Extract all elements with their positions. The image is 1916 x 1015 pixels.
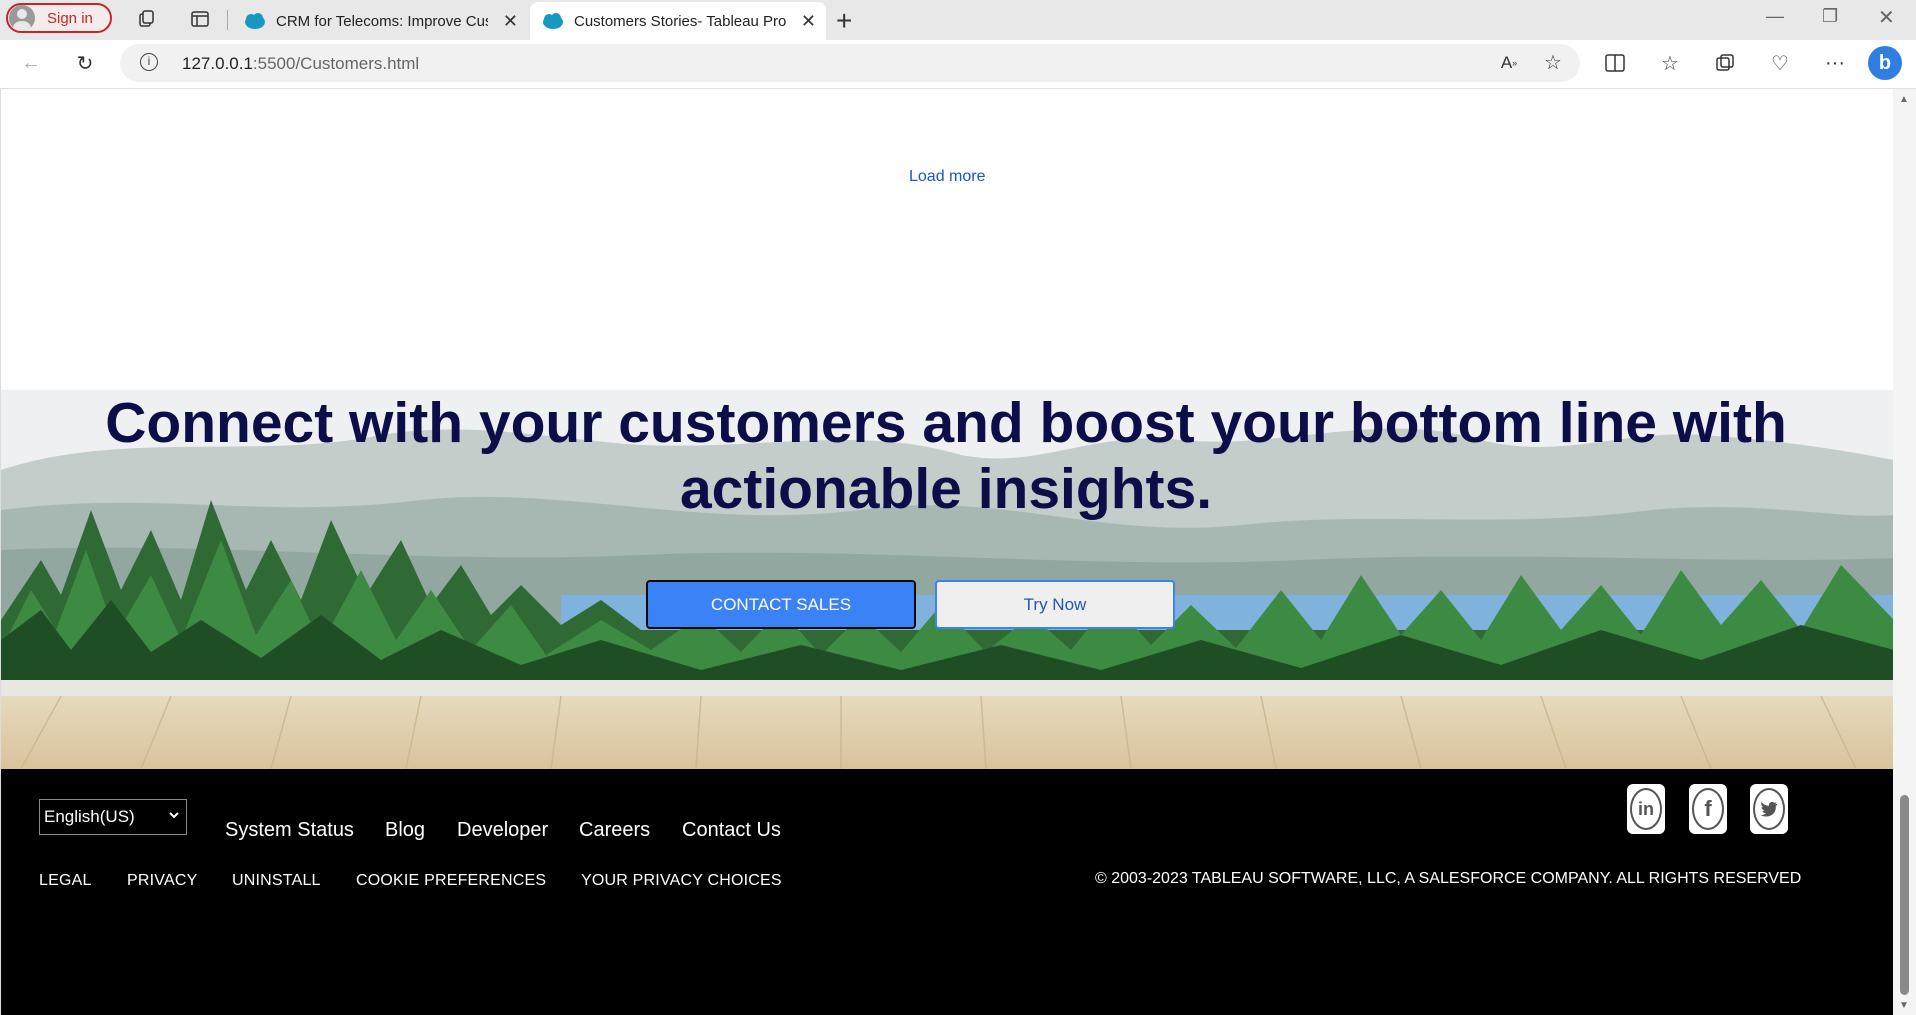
tab-title: Customers Stories- Tableau Products xyxy=(574,12,786,30)
footer-link-legal[interactable]: LEGAL xyxy=(39,872,92,890)
load-more-link[interactable]: Load more xyxy=(909,168,986,186)
footer-link-privacy-choices[interactable]: YOUR PRIVACY CHOICES xyxy=(581,872,782,890)
read-aloud-icon[interactable]: A» xyxy=(1496,50,1522,76)
page-scrollbar[interactable]: ▲ ▼ xyxy=(1893,89,1916,1015)
facebook-icon[interactable]: f xyxy=(1689,784,1727,834)
sign-in-label: Sign in xyxy=(47,9,93,27)
scroll-down-icon[interactable]: ▼ xyxy=(1899,1000,1909,1011)
refresh-icon[interactable]: ↻ xyxy=(72,50,98,76)
site-info-icon[interactable]: i xyxy=(140,53,158,71)
sign-in-button[interactable]: Sign in xyxy=(6,3,112,33)
tab-title: CRM for Telecoms: Improve Customer xyxy=(276,12,488,30)
back-icon[interactable]: ← xyxy=(18,50,44,76)
favorite-star-icon[interactable]: ☆ xyxy=(1540,49,1566,75)
site-footer: English(US) System Status Blog Developer… xyxy=(1,769,1894,1015)
new-tab-icon[interactable]: + xyxy=(836,5,852,37)
contact-sales-button[interactable]: CONTACT SALES xyxy=(646,580,916,629)
tab-crm-telecoms[interactable]: CRM for Telecoms: Improve Customer ✕ xyxy=(232,2,528,40)
collections-icon[interactable] xyxy=(1712,50,1738,76)
footer-link-careers[interactable]: Careers xyxy=(579,819,650,842)
url-path: :5500/Customers.html xyxy=(252,54,420,73)
scroll-up-icon[interactable]: ▲ xyxy=(1899,94,1909,105)
favorites-icon[interactable]: ☆ xyxy=(1657,50,1683,76)
vertical-tabs-icon[interactable] xyxy=(189,8,211,30)
footer-link-developer[interactable]: Developer xyxy=(457,819,548,842)
footer-link-uninstall[interactable]: UNINSTALL xyxy=(232,872,321,890)
footer-link-contact-us[interactable]: Contact Us xyxy=(682,819,781,842)
url-host: 127.0.0.1 xyxy=(182,54,253,73)
chevron-down-icon xyxy=(169,812,179,819)
more-menu-icon[interactable]: ··· xyxy=(1822,50,1848,76)
language-select[interactable]: English(US) xyxy=(39,799,187,835)
url-field[interactable]: i 127.0.0.1:5500/Customers.html A» ☆ xyxy=(120,44,1580,82)
salesforce-cloud-icon xyxy=(543,13,563,29)
close-tab-icon[interactable]: ✕ xyxy=(503,11,518,32)
footer-link-cookie-preferences[interactable]: COOKIE PREFERENCES xyxy=(356,872,546,890)
address-bar: ← ↻ i 127.0.0.1:5500/Customers.html A» ☆… xyxy=(0,40,1916,89)
restore-icon[interactable]: ❐ xyxy=(1822,6,1838,27)
close-window-icon[interactable]: ✕ xyxy=(1878,5,1895,30)
minimize-icon[interactable]: — xyxy=(1766,6,1784,27)
footer-link-system-status[interactable]: System Status xyxy=(225,819,354,842)
bing-copilot-icon[interactable]: b xyxy=(1868,46,1902,80)
try-now-button[interactable]: Try Now xyxy=(935,580,1175,629)
workspaces-icon[interactable] xyxy=(136,8,158,30)
browser-essentials-icon[interactable]: ♡ xyxy=(1767,50,1793,76)
page-viewport: Load more Connect with your customers an… xyxy=(0,89,1894,1015)
copyright-text: © 2003-2023 TABLEAU SOFTWARE, LLC, A SAL… xyxy=(1095,870,1802,887)
footer-link-blog[interactable]: Blog xyxy=(385,819,425,842)
language-select-value: English(US) xyxy=(44,807,135,826)
salesforce-cloud-icon xyxy=(245,13,265,29)
url-text: 127.0.0.1:5500/Customers.html xyxy=(182,54,419,74)
hero-headline: Connect with your customers and boost yo… xyxy=(105,391,1787,521)
tab-divider xyxy=(227,10,228,30)
footer-link-privacy[interactable]: PRIVACY xyxy=(127,872,197,890)
close-tab-icon[interactable]: ✕ xyxy=(801,11,816,32)
scrollbar-thumb[interactable] xyxy=(1900,795,1909,995)
wooden-floor-illustration xyxy=(1,680,1894,769)
tab-customer-stories[interactable]: Customers Stories- Tableau Products ✕ xyxy=(530,2,826,40)
browser-tab-bar: Sign in CRM for Telecoms: Improve Custom… xyxy=(0,0,1916,40)
profile-avatar-icon xyxy=(9,5,35,31)
linkedin-icon[interactable]: in xyxy=(1627,784,1665,834)
split-screen-icon[interactable] xyxy=(1602,50,1628,76)
cta-hero-section: Connect with your customers and boost yo… xyxy=(1,390,1894,680)
twitter-icon[interactable] xyxy=(1750,784,1788,834)
